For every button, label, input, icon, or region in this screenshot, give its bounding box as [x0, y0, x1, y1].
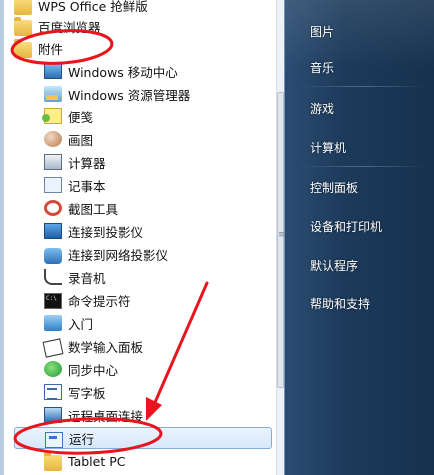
accessory-label: 计算器 [68, 155, 106, 171]
accessory-sync-center[interactable]: 同步中心 [44, 358, 272, 380]
getting-started-icon [44, 315, 62, 331]
remote-desktop-icon [44, 407, 62, 423]
accessory-label: Windows 移动中心 [68, 64, 178, 80]
right-link-devices-printers[interactable]: 设备和打印机 [310, 217, 428, 237]
projector-icon [44, 223, 62, 239]
accessory-label: 命令提示符 [68, 293, 131, 309]
accessory-label: 录音机 [68, 270, 106, 286]
folder-icon [14, 38, 32, 58]
right-link-games[interactable]: 游戏 [310, 99, 428, 119]
accessory-label: Tablet PC [68, 453, 126, 469]
separator [299, 166, 427, 167]
mobility-center-icon [44, 63, 62, 79]
program-item-accessories[interactable]: 附件 [14, 37, 272, 59]
programs-pane: WPS Office 抢鲜版 百度浏览器 附件 Windows 移动中心 Win… [0, 0, 284, 475]
start-menu-right-pane: 图片 音乐 游戏 计算机 控制面板 设备和打印机 默认程序 帮助和支持 [284, 0, 434, 475]
accessory-sound-recorder[interactable]: 录音机 [44, 266, 272, 288]
run-icon [45, 431, 63, 448]
accessory-label: 记事本 [68, 178, 106, 194]
grip-icon: ≡ [278, 230, 284, 240]
accessory-label: 画图 [68, 132, 94, 148]
right-link-music[interactable]: 音乐 [310, 58, 428, 78]
program-item-label: 附件 [38, 41, 64, 57]
sound-recorder-icon [44, 269, 62, 285]
paint-icon [44, 131, 62, 147]
accessory-command-prompt[interactable]: 命令提示符 [44, 289, 272, 311]
accessory-label: 远程桌面连接 [68, 408, 144, 424]
accessory-notepad[interactable]: 记事本 [44, 174, 272, 196]
accessory-label: Windows 资源管理器 [68, 87, 191, 103]
accessory-calculator[interactable]: 计算器 [44, 151, 272, 173]
sticky-notes-icon [42, 108, 62, 124]
right-link-computer[interactable]: 计算机 [310, 138, 428, 158]
folder-icon [44, 451, 62, 471]
accessory-label: 连接到网络投影仪 [68, 247, 169, 263]
math-input-icon [42, 337, 64, 358]
accessory-mobility-center[interactable]: Windows 移动中心 [44, 60, 272, 82]
scrollbar-thumb[interactable] [277, 92, 284, 388]
accessory-run[interactable]: 运行 [14, 427, 272, 449]
wordpad-icon [44, 384, 62, 400]
program-item-label: 百度浏览器 [38, 19, 101, 35]
program-item-baidu-browser[interactable]: 百度浏览器 [14, 15, 272, 37]
accessory-paint[interactable]: 画图 [44, 128, 272, 150]
accessory-network-projector[interactable]: 连接到网络投影仪 [44, 243, 272, 265]
notepad-icon [44, 177, 62, 193]
separator [299, 86, 427, 87]
right-link-pictures[interactable]: 图片 [310, 22, 428, 42]
accessory-sticky-notes[interactable]: 便笺 [42, 105, 272, 127]
accessory-label: 同步中心 [68, 362, 119, 378]
accessory-label: 便笺 [68, 109, 94, 125]
accessory-getting-started[interactable]: 入门 [44, 312, 272, 334]
right-link-help-support[interactable]: 帮助和支持 [310, 294, 428, 314]
folder-icon [14, 16, 32, 36]
program-item-wps[interactable]: WPS Office 抢鲜版 [14, 0, 272, 16]
folder-icon [14, 0, 32, 15]
accessory-label: 入门 [68, 316, 94, 332]
accessory-snipping-tool[interactable]: 截图工具 [44, 197, 272, 219]
accessory-wordpad[interactable]: 写字板 [44, 381, 272, 403]
accessory-connect-projector[interactable]: 连接到投影仪 [44, 220, 272, 242]
accessory-explorer[interactable]: Windows 资源管理器 [44, 83, 272, 105]
explorer-icon [44, 86, 62, 102]
right-link-control-panel[interactable]: 控制面板 [310, 178, 428, 198]
accessory-tablet-pc[interactable]: Tablet PC [44, 450, 272, 472]
snipping-tool-icon [44, 200, 62, 216]
network-projector-icon [44, 248, 62, 264]
pane-edge [0, 0, 4, 475]
sync-center-icon [44, 361, 62, 377]
accessory-label: 数学输入面板 [68, 339, 144, 355]
accessory-label: 截图工具 [68, 201, 119, 217]
accessory-label: 写字板 [68, 385, 106, 401]
accessory-label: 运行 [69, 431, 95, 447]
calculator-icon [44, 154, 62, 170]
accessory-math-input-panel[interactable]: 数学输入面板 [42, 335, 272, 358]
accessory-remote-desktop[interactable]: 远程桌面连接 [44, 404, 272, 426]
right-link-default-programs[interactable]: 默认程序 [310, 256, 428, 276]
program-item-label: WPS Office 抢鲜版 [38, 0, 148, 14]
accessory-label: 连接到投影仪 [68, 224, 144, 240]
command-prompt-icon [44, 293, 62, 309]
